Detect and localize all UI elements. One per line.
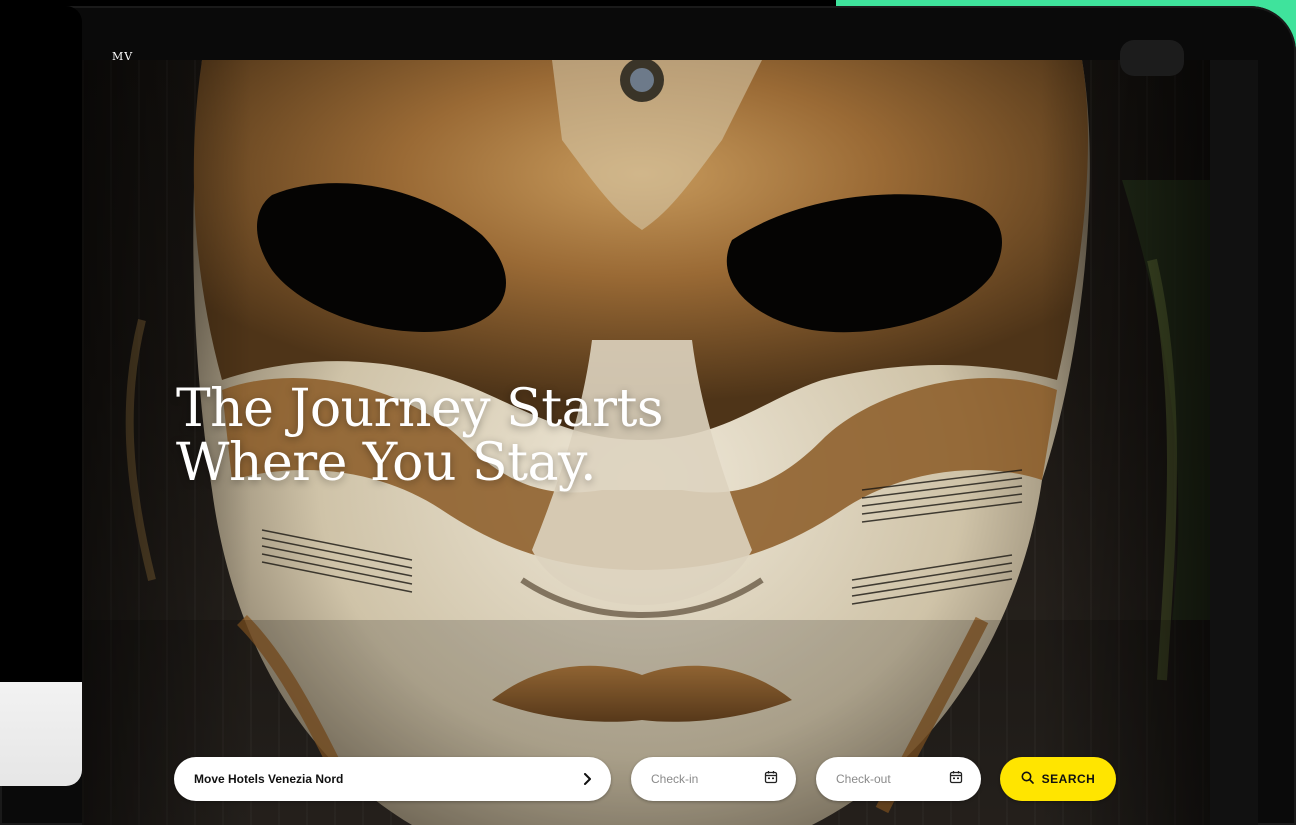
left-light-card xyxy=(0,682,82,786)
check-out-input[interactable] xyxy=(836,772,926,786)
search-icon xyxy=(1021,771,1034,787)
hero-headline-line-2: Where You Stay. xyxy=(176,433,597,493)
device-notch xyxy=(1120,40,1184,76)
hero-headline-line-1: The Journey Starts xyxy=(176,379,664,439)
right-side-rail xyxy=(1210,60,1258,825)
check-out-field[interactable] xyxy=(816,757,981,801)
search-button[interactable]: SEARCH xyxy=(1000,757,1116,801)
hero-headline: The Journey Starts Where You Stay. xyxy=(176,382,876,490)
booking-search-bar: Move Hotels Venezia Nord Check-in Check-… xyxy=(174,757,1134,803)
calendar-icon[interactable] xyxy=(764,770,778,789)
app-stage: MV The Journey Starts Where You Stay. Mo… xyxy=(0,0,1296,825)
hero-section: The Journey Starts Where You Stay. Move … xyxy=(82,60,1210,825)
check-in-field[interactable] xyxy=(631,757,796,801)
check-in-input[interactable] xyxy=(651,772,741,786)
left-side-panel xyxy=(0,6,82,786)
chevron-right-icon xyxy=(583,770,593,788)
hotel-selector-value: Move Hotels Venezia Nord xyxy=(194,772,344,786)
hotel-selector[interactable]: Move Hotels Venezia Nord xyxy=(174,757,611,801)
search-button-label: SEARCH xyxy=(1041,772,1096,786)
calendar-icon[interactable] xyxy=(949,770,963,789)
